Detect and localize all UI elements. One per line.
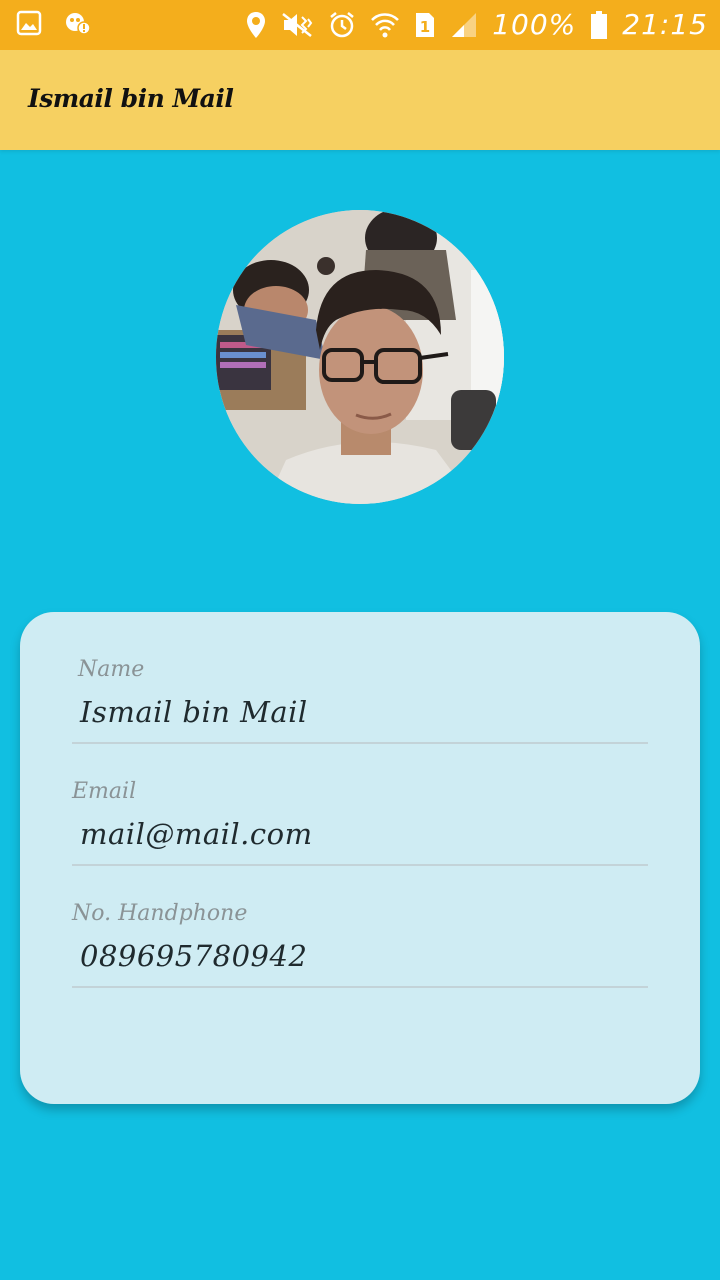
location-icon bbox=[246, 11, 266, 39]
status-bar: 1 100% 21:15 bbox=[0, 0, 720, 50]
name-field-label: Name bbox=[78, 657, 145, 682]
profile-card: Name Ismail bin Mail Email mail@mail.com… bbox=[20, 612, 700, 1104]
signal-icon bbox=[450, 11, 478, 39]
battery-percentage: 100% bbox=[492, 8, 577, 41]
gallery-icon bbox=[16, 10, 42, 36]
alarm-icon bbox=[328, 11, 356, 39]
sim-slot-number: 1 bbox=[420, 18, 430, 36]
phone-field-underline bbox=[72, 986, 648, 988]
page-title: Ismail bin Mail bbox=[28, 84, 234, 113]
vibrate-mute-icon bbox=[280, 11, 314, 39]
name-field-value[interactable]: Ismail bin Mail bbox=[80, 695, 308, 729]
security-alert-icon bbox=[64, 10, 92, 36]
email-field[interactable]: Email mail@mail.com bbox=[72, 744, 648, 866]
battery-icon bbox=[590, 10, 608, 40]
phone-field-value[interactable]: 089695780942 bbox=[80, 939, 307, 973]
status-bar-notifications bbox=[16, 10, 92, 36]
sim-card-icon: 1 bbox=[414, 11, 436, 39]
status-bar-system: 1 100% 21:15 bbox=[246, 8, 708, 41]
profile-photo-image bbox=[216, 210, 504, 504]
app-bar: Ismail bin Mail bbox=[0, 50, 720, 150]
clock: 21:15 bbox=[622, 8, 708, 41]
email-field-label: Email bbox=[72, 779, 137, 804]
avatar[interactable] bbox=[216, 210, 504, 504]
wifi-icon bbox=[370, 11, 400, 39]
email-field-value[interactable]: mail@mail.com bbox=[80, 817, 313, 851]
phone-field-label: No. Handphone bbox=[72, 901, 248, 926]
phone-field[interactable]: No. Handphone 089695780942 bbox=[72, 866, 648, 988]
name-field[interactable]: Name Ismail bin Mail bbox=[72, 622, 648, 744]
profile-screen: 1 100% 21:15 Ismail bin Mail Name Ismail… bbox=[0, 0, 720, 1280]
